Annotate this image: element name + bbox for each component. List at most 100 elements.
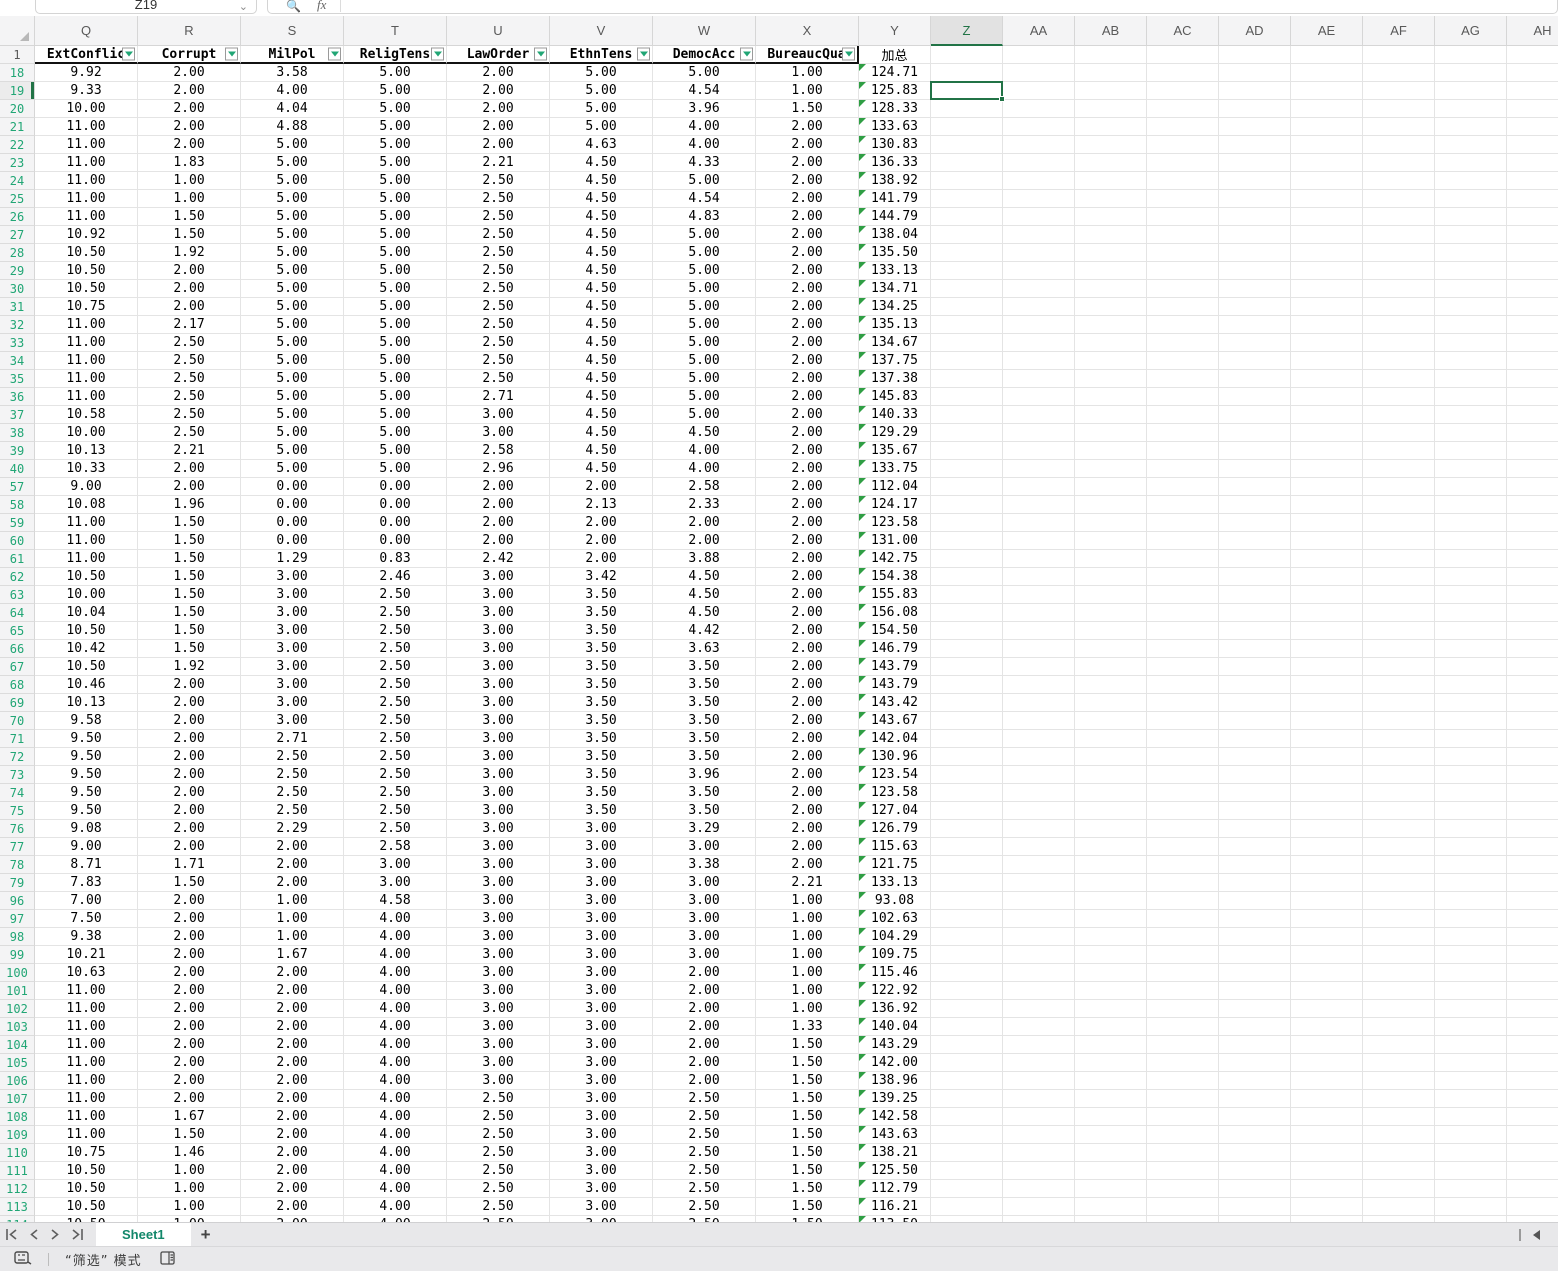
cell-X28[interactable]: 2.00	[756, 244, 859, 262]
cell-AG39[interactable]	[1435, 442, 1507, 460]
cell-Q113[interactable]: 10.50	[35, 1198, 138, 1216]
cell-Z77[interactable]	[931, 838, 1003, 856]
cell-T24[interactable]: 5.00	[344, 172, 447, 190]
cell-S98[interactable]: 1.00	[241, 928, 344, 946]
cell-W109[interactable]: 2.50	[653, 1126, 756, 1144]
cell-Q60[interactable]: 11.00	[35, 532, 138, 550]
cell-U69[interactable]: 3.00	[447, 694, 550, 712]
cell-AE39[interactable]	[1291, 442, 1363, 460]
cell-Y60[interactable]: 131.00	[859, 532, 931, 550]
row-header-64[interactable]: 64	[0, 604, 35, 622]
cell-AG108[interactable]	[1435, 1108, 1507, 1126]
cell-Y100[interactable]: 115.46	[859, 964, 931, 982]
cell-Q31[interactable]: 10.75	[35, 298, 138, 316]
cell-AF22[interactable]	[1363, 136, 1435, 154]
cell-T78[interactable]: 3.00	[344, 856, 447, 874]
cell-R26[interactable]: 1.50	[138, 208, 241, 226]
cell-AD60[interactable]	[1219, 532, 1291, 550]
cell-R23[interactable]: 1.83	[138, 154, 241, 172]
cell-Y36[interactable]: 145.83	[859, 388, 931, 406]
filter-dropdown-LawOrder[interactable]	[534, 47, 547, 61]
cell-Z35[interactable]	[931, 370, 1003, 388]
row-header-104[interactable]: 104	[0, 1036, 35, 1054]
filter-dropdown-BureaucQua[interactable]	[842, 47, 855, 61]
cell-V40[interactable]: 4.50	[550, 460, 653, 478]
cell-AC103[interactable]	[1147, 1018, 1219, 1036]
cell-R31[interactable]: 2.00	[138, 298, 241, 316]
cell-W21[interactable]: 4.00	[653, 118, 756, 136]
cell-V96[interactable]: 3.00	[550, 892, 653, 910]
cell-T21[interactable]: 5.00	[344, 118, 447, 136]
cell-Z73[interactable]	[931, 766, 1003, 784]
column-header-AF[interactable]: AF	[1363, 16, 1435, 46]
prev-sheet-icon[interactable]	[22, 1223, 44, 1247]
cell-Y24[interactable]: 138.92	[859, 172, 931, 190]
row-header-31[interactable]: 31	[0, 298, 35, 316]
cell-W101[interactable]: 2.00	[653, 982, 756, 1000]
cell-AH37[interactable]	[1507, 406, 1558, 424]
cell-X20[interactable]: 1.50	[756, 100, 859, 118]
cell-AD101[interactable]	[1219, 982, 1291, 1000]
cell-S70[interactable]: 3.00	[241, 712, 344, 730]
cell-V32[interactable]: 4.50	[550, 316, 653, 334]
cell-AD25[interactable]	[1219, 190, 1291, 208]
cell-X29[interactable]: 2.00	[756, 262, 859, 280]
cell-AG34[interactable]	[1435, 352, 1507, 370]
cell-AF73[interactable]	[1363, 766, 1435, 784]
cell-Y27[interactable]: 138.04	[859, 226, 931, 244]
cell-AF23[interactable]	[1363, 154, 1435, 172]
cell-AF67[interactable]	[1363, 658, 1435, 676]
cell-AH110[interactable]	[1507, 1144, 1558, 1162]
cell-U98[interactable]: 3.00	[447, 928, 550, 946]
cell-AG73[interactable]	[1435, 766, 1507, 784]
cell-Z18[interactable]	[931, 64, 1003, 82]
cell-AH107[interactable]	[1507, 1090, 1558, 1108]
cell-Q65[interactable]: 10.50	[35, 622, 138, 640]
cell-AE97[interactable]	[1291, 910, 1363, 928]
cell-W24[interactable]: 5.00	[653, 172, 756, 190]
row-header-26[interactable]: 26	[0, 208, 35, 226]
cell-R33[interactable]: 2.50	[138, 334, 241, 352]
cell-AB39[interactable]	[1075, 442, 1147, 460]
cell-Y34[interactable]: 137.75	[859, 352, 931, 370]
cell-AE62[interactable]	[1291, 568, 1363, 586]
cell-AB69[interactable]	[1075, 694, 1147, 712]
cell-Y105[interactable]: 142.00	[859, 1054, 931, 1072]
row-header-112[interactable]: 112	[0, 1180, 35, 1198]
cell-Z105[interactable]	[931, 1054, 1003, 1072]
cell-S32[interactable]: 5.00	[241, 316, 344, 334]
cell-AA105[interactable]	[1003, 1054, 1075, 1072]
cell-S18[interactable]: 3.58	[241, 64, 344, 82]
cell-AG77[interactable]	[1435, 838, 1507, 856]
cell-AH66[interactable]	[1507, 640, 1558, 658]
cell-AH67[interactable]	[1507, 658, 1558, 676]
cell-X74[interactable]: 2.00	[756, 784, 859, 802]
cell-X32[interactable]: 2.00	[756, 316, 859, 334]
cell-Q74[interactable]: 9.50	[35, 784, 138, 802]
cell-W104[interactable]: 2.00	[653, 1036, 756, 1054]
cell-Y106[interactable]: 138.96	[859, 1072, 931, 1090]
cell-W25[interactable]: 4.54	[653, 190, 756, 208]
cell-R98[interactable]: 2.00	[138, 928, 241, 946]
row-header-36[interactable]: 36	[0, 388, 35, 406]
cell-AF96[interactable]	[1363, 892, 1435, 910]
cell-R109[interactable]: 1.50	[138, 1126, 241, 1144]
cell-Y101[interactable]: 122.92	[859, 982, 931, 1000]
cell-AB59[interactable]	[1075, 514, 1147, 532]
row-header-63[interactable]: 63	[0, 586, 35, 604]
cell-AD99[interactable]	[1219, 946, 1291, 964]
cell-AG37[interactable]	[1435, 406, 1507, 424]
cell-T98[interactable]: 4.00	[344, 928, 447, 946]
cell-U109[interactable]: 2.50	[447, 1126, 550, 1144]
cell-R64[interactable]: 1.50	[138, 604, 241, 622]
column-header-AE[interactable]: AE	[1291, 16, 1363, 46]
cell-U27[interactable]: 2.50	[447, 226, 550, 244]
cell-AB98[interactable]	[1075, 928, 1147, 946]
cell-S99[interactable]: 1.67	[241, 946, 344, 964]
cell-Y97[interactable]: 102.63	[859, 910, 931, 928]
cell-AC33[interactable]	[1147, 334, 1219, 352]
cell-X102[interactable]: 1.00	[756, 1000, 859, 1018]
empty-cell[interactable]	[1507, 46, 1558, 64]
cell-W31[interactable]: 5.00	[653, 298, 756, 316]
cell-AE33[interactable]	[1291, 334, 1363, 352]
